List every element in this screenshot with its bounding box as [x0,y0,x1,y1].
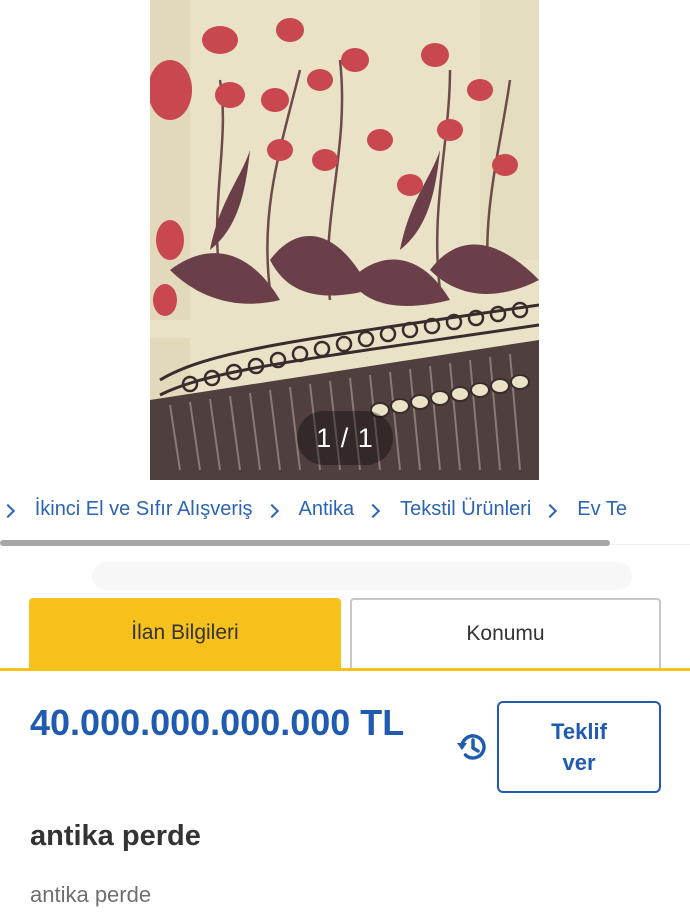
chevron-right-icon [366,503,381,518]
breadcrumb-label: Tekstil Ürünleri [400,498,532,520]
tab-underline [0,668,690,671]
tab-label: İlan Bilgileri [131,621,239,644]
breadcrumb-item[interactable]: Antika [299,498,401,521]
photo-gallery[interactable]: 1 / 1 [0,0,690,480]
chevron-right-icon [264,503,279,518]
chevron-right-icon [543,503,558,518]
listing-description: antika perde [30,882,152,907]
breadcrumb-label: İkinci El ve Sıfır Alışveriş [34,498,253,520]
breadcrumb-list: fa İkinci El ve Sıfır Alışveriş Antika T… [0,498,627,521]
breadcrumb-item[interactable]: İkinci El ve Sıfır Alışveriş [35,498,299,521]
breadcrumb: fa İkinci El ve Sıfır Alışveriş Antika T… [0,484,690,545]
listing-title: antika perde [30,820,201,852]
make-offer-button[interactable]: Teklif ver [497,701,661,793]
breadcrumb-scrollbar[interactable] [0,540,610,546]
blurred-placeholder [92,562,632,590]
tab-location[interactable]: Konumu [350,598,661,668]
breadcrumb-item[interactable]: fa [0,498,35,521]
breadcrumb-item[interactable]: Tekstil Ürünleri [400,498,577,521]
price: 40.000.000.000.000 TL [30,702,405,743]
breadcrumb-item[interactable]: Ev Te [577,498,627,521]
tab-label: Konumu [466,622,545,645]
listing-photo[interactable] [150,0,539,480]
chevron-right-icon [0,503,15,518]
tab-listing-info[interactable]: İlan Bilgileri [29,598,341,668]
image-counter: 1 / 1 [297,411,393,465]
history-icon[interactable] [454,729,490,765]
breadcrumb-label: Antika [298,498,355,520]
breadcrumb-label: Ev Te [577,498,627,520]
